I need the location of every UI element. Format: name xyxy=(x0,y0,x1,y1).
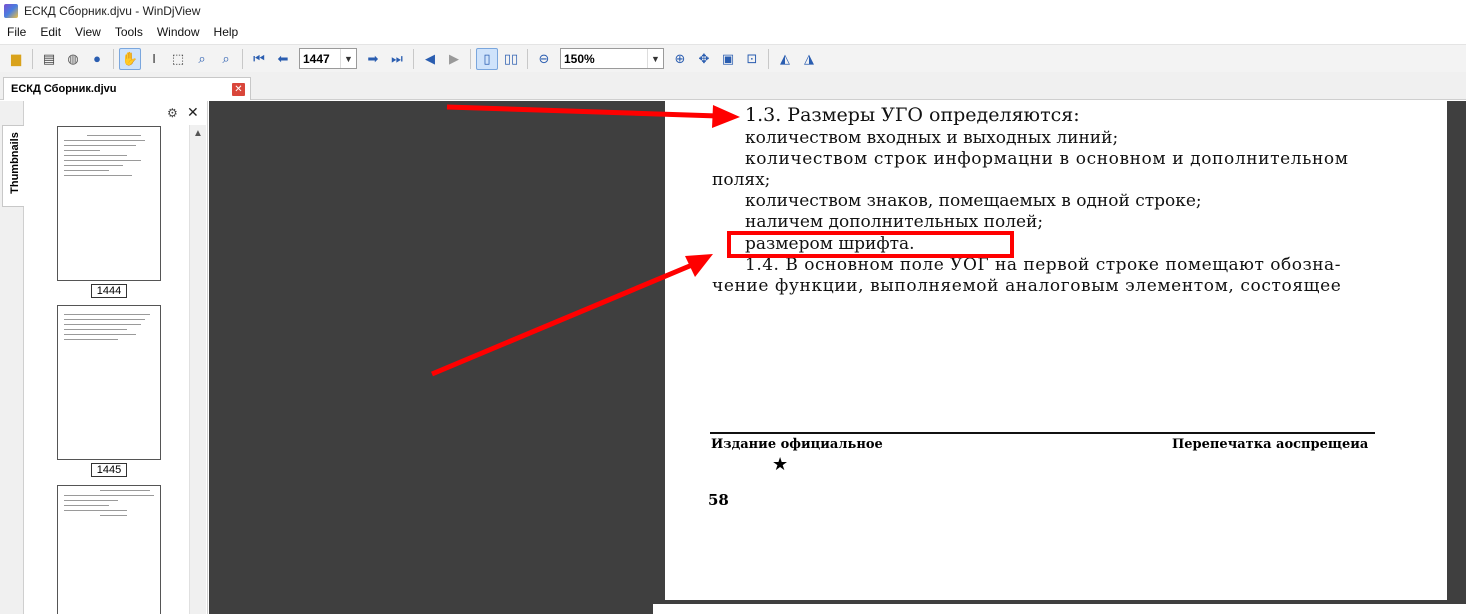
zoom-combo[interactable]: 150% ▼ xyxy=(560,48,664,69)
actual-size-icon[interactable]: ⊡ xyxy=(741,48,763,70)
continuous-layout-icon[interactable]: ▯ xyxy=(476,47,498,70)
next-page-icon[interactable]: ➡ xyxy=(362,48,384,70)
zoom-out-icon[interactable]: ⊖ xyxy=(533,48,555,70)
gear-icon[interactable]: ⚙ xyxy=(167,106,178,120)
toolbar-separator xyxy=(242,48,243,69)
toolbar-separator xyxy=(470,48,471,69)
menu-file[interactable]: File xyxy=(0,22,33,42)
text-line: полях; xyxy=(712,170,771,190)
text-line: 1.4. В основном поле УОГ на первой строк… xyxy=(745,255,1341,275)
page-number-combo[interactable]: 1447 ▼ xyxy=(299,48,357,69)
zoom-in-icon[interactable]: ⊕ xyxy=(669,48,691,70)
thumbnail-page[interactable] xyxy=(57,305,161,460)
toolbar-separator xyxy=(527,48,528,69)
rotate-right-icon[interactable]: ◮ xyxy=(798,48,820,70)
footer-official-edition: Издание официальное xyxy=(711,437,883,452)
toolbar: ▆ ▤ ◍ ● ✋ I ⬚ ⌕ ⌕ ⏮ ⬅ 1447 ▼ ➡ ⏭ ◀ ▶ ▯ ▯… xyxy=(0,44,1466,72)
last-page-icon[interactable]: ⏭ xyxy=(386,48,408,70)
document-tab-bar: ЕСКД Сборник.djvu ✕ xyxy=(0,72,1466,100)
zoom-rect-icon[interactable]: ⌕ xyxy=(191,48,213,70)
fit-page-icon[interactable]: ✥ xyxy=(693,48,715,70)
forward-icon[interactable]: ▶ xyxy=(443,48,465,70)
menu-window[interactable]: Window xyxy=(150,22,207,42)
thumbnail-page-number: 1445 xyxy=(91,463,127,477)
close-icon[interactable]: ✕ xyxy=(232,82,245,96)
text-line: 1.3. Размеры УГО определяются: xyxy=(745,104,1080,126)
page-text: 1.3. Размеры УГО определяются: количеств… xyxy=(665,101,1447,600)
text-line: наличем дополнительных полей; xyxy=(745,212,1044,232)
text-line: чение функции, выполняемой аналоговым эл… xyxy=(712,276,1342,296)
chevron-down-icon[interactable]: ▼ xyxy=(340,49,356,68)
thumbnail-page[interactable] xyxy=(57,126,161,281)
text-line: количеством знаков, помещаемых в одной с… xyxy=(745,191,1202,211)
page-number-value: 1447 xyxy=(303,51,330,66)
toolbar-separator xyxy=(32,48,33,69)
text-line: размером шрифта. xyxy=(745,234,915,254)
hand-tool-icon[interactable]: ✋ xyxy=(119,47,141,70)
first-page-icon[interactable]: ⏮ xyxy=(248,48,270,70)
thumbnails-panel: ⚙ ✕ 1444 1445 ▲ xyxy=(25,101,208,614)
footer-reprint-notice: Перепечатка аоспрещеиа xyxy=(1172,437,1369,452)
thumbnails-tab[interactable]: Thumbnails xyxy=(2,125,24,207)
print-icon[interactable]: ▤ xyxy=(38,48,60,70)
text-select-icon[interactable]: I xyxy=(143,48,165,70)
document-viewer[interactable]: 1.3. Размеры УГО определяются: количеств… xyxy=(209,101,1466,616)
rect-select-icon[interactable]: ⬚ xyxy=(167,48,189,70)
title-bar: ЕСКД Сборник.djvu - WinDjView xyxy=(0,0,1466,22)
menu-help[interactable]: Help xyxy=(207,22,246,42)
info-icon[interactable]: ● xyxy=(86,48,108,70)
close-icon[interactable]: ✕ xyxy=(187,104,199,121)
text-line: количеством строк информацни в основном … xyxy=(745,149,1349,169)
menu-bar: File Edit View Tools Window Help xyxy=(0,22,1466,42)
footer-rule xyxy=(710,432,1375,434)
next-page-top xyxy=(653,604,1466,616)
toolbar-separator xyxy=(768,48,769,69)
open-folder-icon[interactable]: ▆ xyxy=(5,48,27,70)
fit-width-icon[interactable]: ▣ xyxy=(717,48,739,70)
toolbar-separator xyxy=(113,48,114,69)
text-line: количеством входных и выходных линий; xyxy=(745,128,1119,148)
menu-edit[interactable]: Edit xyxy=(33,22,68,42)
document-tab-label: ЕСКД Сборник.djvu xyxy=(11,83,117,95)
thumbnails-tab-label: Thumbnails xyxy=(9,132,21,194)
rotate-left-icon[interactable]: ◭ xyxy=(774,48,796,70)
menu-view[interactable]: View xyxy=(68,22,108,42)
thumbnails-scrollbar[interactable]: ▲ xyxy=(189,125,206,614)
star-icon: ★ xyxy=(772,454,789,474)
chevron-down-icon[interactable]: ▼ xyxy=(647,49,663,68)
side-tab-strip: Thumbnails xyxy=(0,101,24,614)
find-icon[interactable]: ◍ xyxy=(62,48,84,70)
prev-page-icon[interactable]: ⬅ xyxy=(272,48,294,70)
thumbnail-page[interactable] xyxy=(57,485,161,614)
toolbar-separator xyxy=(413,48,414,69)
app-icon xyxy=(4,4,18,18)
back-icon[interactable]: ◀ xyxy=(419,48,441,70)
thumbnail-page-number: 1444 xyxy=(91,284,127,298)
chevron-up-icon[interactable]: ▲ xyxy=(193,128,203,139)
window-title: ЕСКД Сборник.djvu - WinDjView xyxy=(24,4,201,18)
magnify-icon[interactable]: ⌕ xyxy=(215,48,237,70)
document-tab[interactable]: ЕСКД Сборник.djvu ✕ xyxy=(3,77,251,100)
zoom-value: 150% xyxy=(564,51,595,66)
facing-pages-icon[interactable]: ▯▯ xyxy=(500,48,522,70)
document-page: 1.3. Размеры УГО определяются: количеств… xyxy=(665,101,1447,600)
menu-tools[interactable]: Tools xyxy=(108,22,150,42)
page-number: 58 xyxy=(708,491,729,509)
